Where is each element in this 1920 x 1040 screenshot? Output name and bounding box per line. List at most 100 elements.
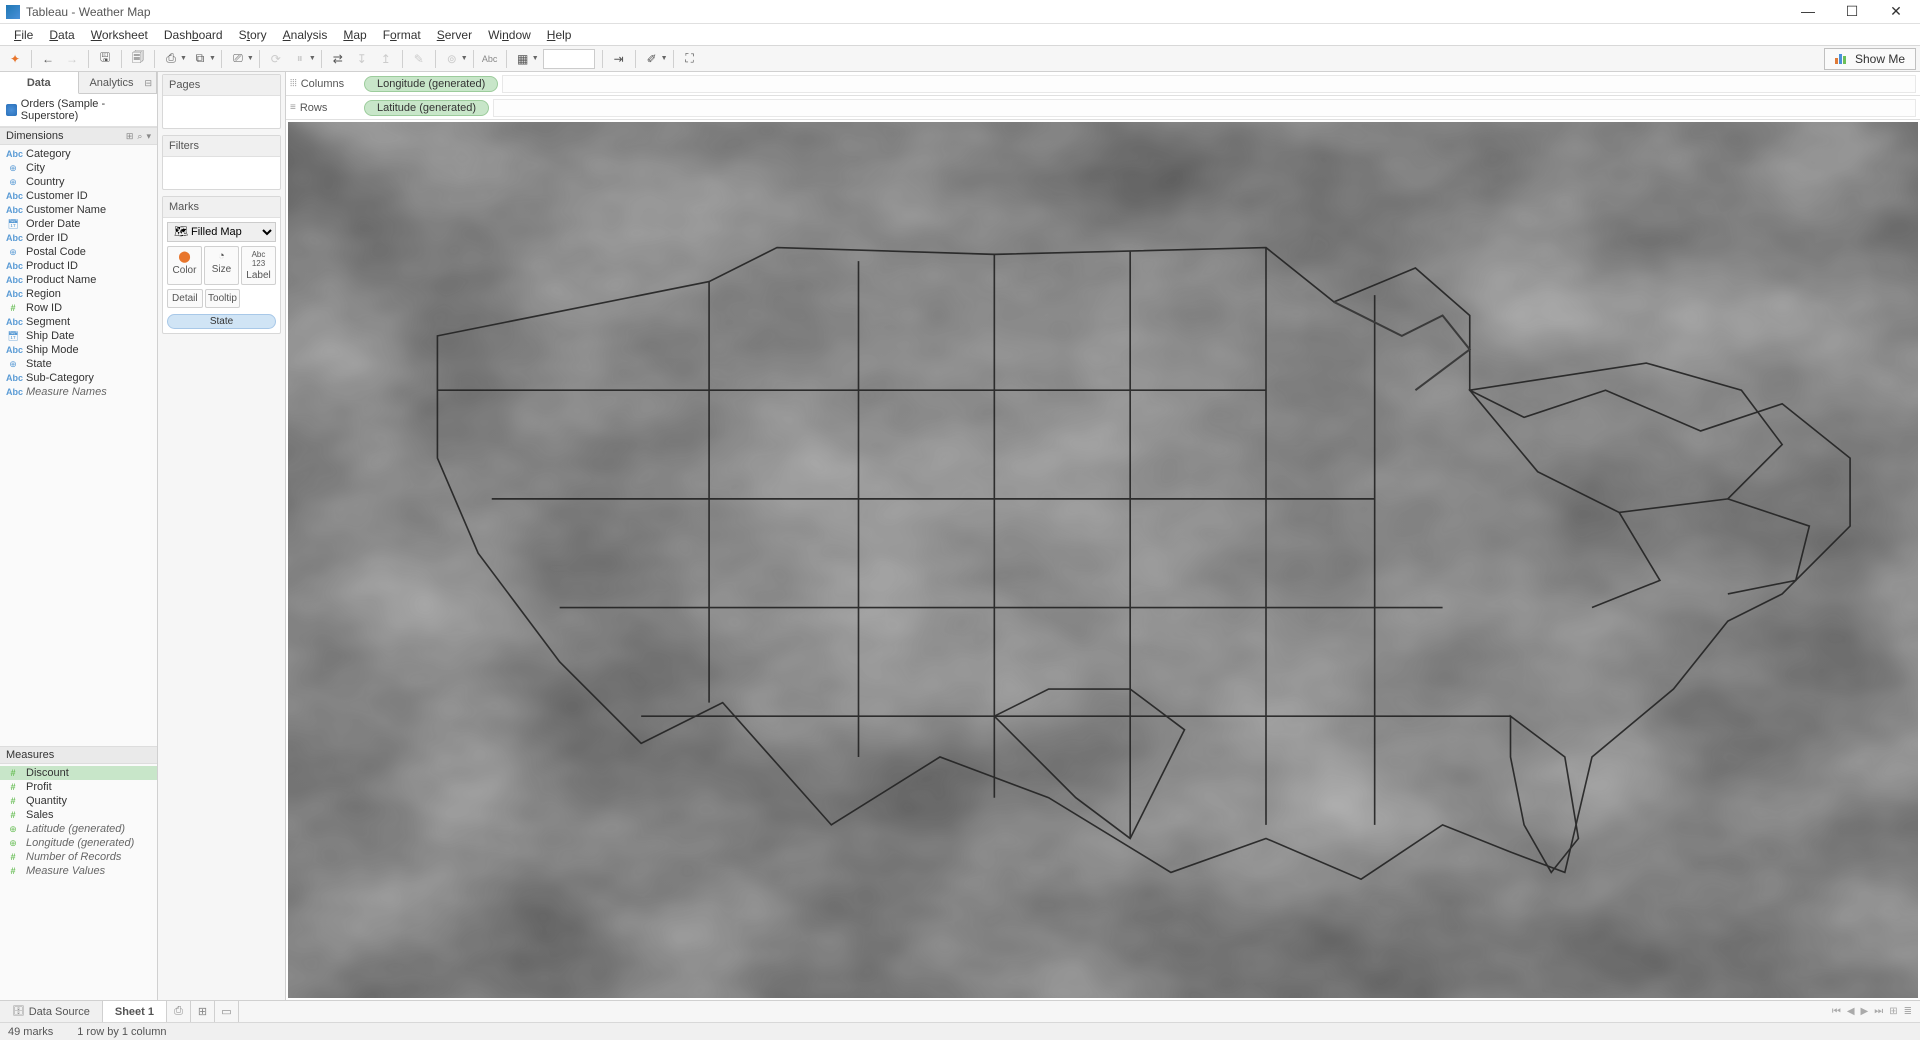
new-story-tab-icon[interactable]: ▭	[215, 1001, 239, 1022]
first-sheet-icon[interactable]: ⏮	[1832, 1006, 1841, 1017]
status-layout: 1 row by 1 column	[77, 1026, 166, 1038]
dimension-city[interactable]: ⊕City	[0, 161, 157, 175]
labels-icon[interactable]: Abc	[479, 48, 501, 70]
measure-sales[interactable]: #Sales	[0, 808, 157, 822]
show-me-icon	[1835, 54, 1849, 64]
toolbar: ✦ ← → 🖫 🗐 ⎙▼ ⧉▼ ⎚▼ ⟳ ⏸▼ ⇄ ↧ ↥ ✎ ⊚▼ Abc ▦…	[0, 46, 1920, 72]
marks-detail-button[interactable]: Detail	[167, 289, 203, 308]
minimize-icon[interactable]: —	[1798, 3, 1818, 20]
measure-number-of-records[interactable]: #Number of Records	[0, 850, 157, 864]
dimension-customer-name[interactable]: AbcCustomer Name	[0, 203, 157, 217]
presentation-icon[interactable]: ⛶	[679, 48, 701, 70]
show-sheets-icon[interactable]: ≣	[1904, 1006, 1912, 1017]
menu-dashboard[interactable]: Dashboard	[156, 26, 231, 44]
prev-sheet-icon[interactable]: ◀	[1847, 1006, 1855, 1017]
dimension-postal-code[interactable]: ⊕Postal Code	[0, 245, 157, 259]
dimension-customer-id[interactable]: AbcCustomer ID	[0, 189, 157, 203]
swap-icon[interactable]: ⇄	[327, 48, 349, 70]
menu-caret-icon[interactable]: ▾	[146, 131, 151, 142]
pages-card[interactable]: Pages	[162, 74, 281, 129]
columns-pill[interactable]: Longitude (generated)	[364, 76, 498, 92]
menu-help[interactable]: Help	[539, 26, 580, 44]
view-icon[interactable]: ⊞	[126, 131, 134, 142]
columns-shelf[interactable]: ⦙⦙⦙Columns Longitude (generated)	[286, 72, 1920, 96]
dimension-segment[interactable]: AbcSegment	[0, 315, 157, 329]
dimension-region[interactable]: AbcRegion	[0, 287, 157, 301]
measure-latitude-generated-[interactable]: ⊕Latitude (generated)	[0, 822, 157, 836]
show-me-button[interactable]: Show Me	[1824, 48, 1916, 70]
menu-server[interactable]: Server	[429, 26, 480, 44]
measure-longitude-generated-[interactable]: ⊕Longitude (generated)	[0, 836, 157, 850]
marks-label-button[interactable]: Abc123Label	[241, 246, 276, 285]
dimension-order-id[interactable]: AbcOrder ID	[0, 231, 157, 245]
mark-type-select[interactable]: 🗺 Filled Map	[167, 222, 276, 242]
pin-icon[interactable]: ⊟	[144, 72, 152, 94]
sheet-tabs: 🗄Data Source Sheet 1 ⎙ ⊞ ▭ ⏮ ◀ ▶ ⏭ ⊞ ≣	[0, 1000, 1920, 1022]
map-visualization[interactable]	[288, 122, 1918, 998]
menu-worksheet[interactable]: Worksheet	[83, 26, 156, 44]
sort-asc-icon[interactable]: ↧	[351, 48, 373, 70]
dimension-row-id[interactable]: #Row ID	[0, 301, 157, 315]
redo-icon[interactable]: →	[61, 48, 83, 70]
dimension-ship-mode[interactable]: AbcShip Mode	[0, 343, 157, 357]
duplicate-icon[interactable]: ⧉	[189, 48, 211, 70]
dimension-sub-category[interactable]: AbcSub-Category	[0, 371, 157, 385]
datasource-item[interactable]: Orders (Sample - Superstore)	[0, 94, 157, 127]
fix-axes-icon[interactable]: ⇥	[608, 48, 630, 70]
measures-header: Measures	[0, 746, 157, 764]
menu-window[interactable]: Window	[480, 26, 539, 44]
save-icon[interactable]: 🖫	[94, 48, 116, 70]
marks-color-button[interactable]: ⬤Color	[167, 246, 202, 285]
tableau-logo-icon[interactable]: ✦	[4, 48, 26, 70]
show-filmstrip-icon[interactable]: ⊞	[1889, 1006, 1897, 1017]
dimension-measure-names[interactable]: AbcMeasure Names	[0, 385, 157, 399]
marks-detail-pill[interactable]: State	[167, 314, 276, 329]
marks-size-button[interactable]: ◔Size	[204, 246, 239, 285]
dimension-category[interactable]: AbcCategory	[0, 147, 157, 161]
highlight-icon[interactable]: ✎	[408, 48, 430, 70]
refresh-icon[interactable]: ⟳	[265, 48, 287, 70]
marks-tooltip-button[interactable]: Tooltip	[205, 289, 241, 308]
format-icon[interactable]: ✐	[641, 48, 663, 70]
dimension-product-id[interactable]: AbcProduct ID	[0, 259, 157, 273]
menu-map[interactable]: Map	[335, 26, 374, 44]
clear-icon[interactable]: ⎚	[227, 48, 249, 70]
rows-shelf[interactable]: ≡Rows Latitude (generated)	[286, 96, 1920, 120]
dimension-product-name[interactable]: AbcProduct Name	[0, 273, 157, 287]
menu-story[interactable]: Story	[231, 26, 275, 44]
group-icon[interactable]: ⊚	[441, 48, 463, 70]
tab-sheet-1[interactable]: Sheet 1	[103, 1001, 167, 1022]
pause-icon[interactable]: ⏸	[289, 48, 311, 70]
new-worksheet-tab-icon[interactable]: ⎙	[167, 1001, 191, 1022]
fit-select[interactable]	[543, 49, 595, 69]
menu-file[interactable]: File	[6, 26, 41, 44]
maximize-icon[interactable]: ☐	[1842, 3, 1862, 20]
new-worksheet-icon[interactable]: ⎙	[160, 48, 182, 70]
measure-discount[interactable]: #Discount	[0, 766, 157, 780]
menu-data[interactable]: Data	[41, 26, 82, 44]
fit-icon[interactable]: ▦	[512, 48, 534, 70]
search-icon[interactable]: ⌕	[137, 131, 142, 142]
measure-profit[interactable]: #Profit	[0, 780, 157, 794]
next-sheet-icon[interactable]: ▶	[1861, 1006, 1869, 1017]
marks-card: Marks 🗺 Filled Map ⬤Color ◔Size Abc123La…	[162, 196, 281, 334]
rows-pill[interactable]: Latitude (generated)	[364, 100, 489, 116]
filters-card[interactable]: Filters	[162, 135, 281, 190]
menu-analysis[interactable]: Analysis	[275, 26, 336, 44]
last-sheet-icon[interactable]: ⏭	[1874, 1006, 1883, 1017]
dimension-country[interactable]: ⊕Country	[0, 175, 157, 189]
tab-data-source[interactable]: 🗄Data Source	[0, 1001, 103, 1022]
tab-data[interactable]: Data	[0, 72, 79, 94]
new-dashboard-tab-icon[interactable]: ⊞	[191, 1001, 215, 1022]
close-icon[interactable]: ✕	[1886, 3, 1906, 20]
undo-icon[interactable]: ←	[37, 48, 59, 70]
tab-analytics[interactable]: Analytics⊟	[79, 72, 158, 94]
dimension-ship-date[interactable]: 📅︎Ship Date	[0, 329, 157, 343]
sort-desc-icon[interactable]: ↥	[375, 48, 397, 70]
dimension-state[interactable]: ⊕State	[0, 357, 157, 371]
measure-quantity[interactable]: #Quantity	[0, 794, 157, 808]
measure-measure-values[interactable]: #Measure Values	[0, 864, 157, 878]
dimension-order-date[interactable]: 📅︎Order Date	[0, 217, 157, 231]
menu-format[interactable]: Format	[375, 26, 429, 44]
new-datasource-icon[interactable]: 🗐	[127, 48, 149, 70]
